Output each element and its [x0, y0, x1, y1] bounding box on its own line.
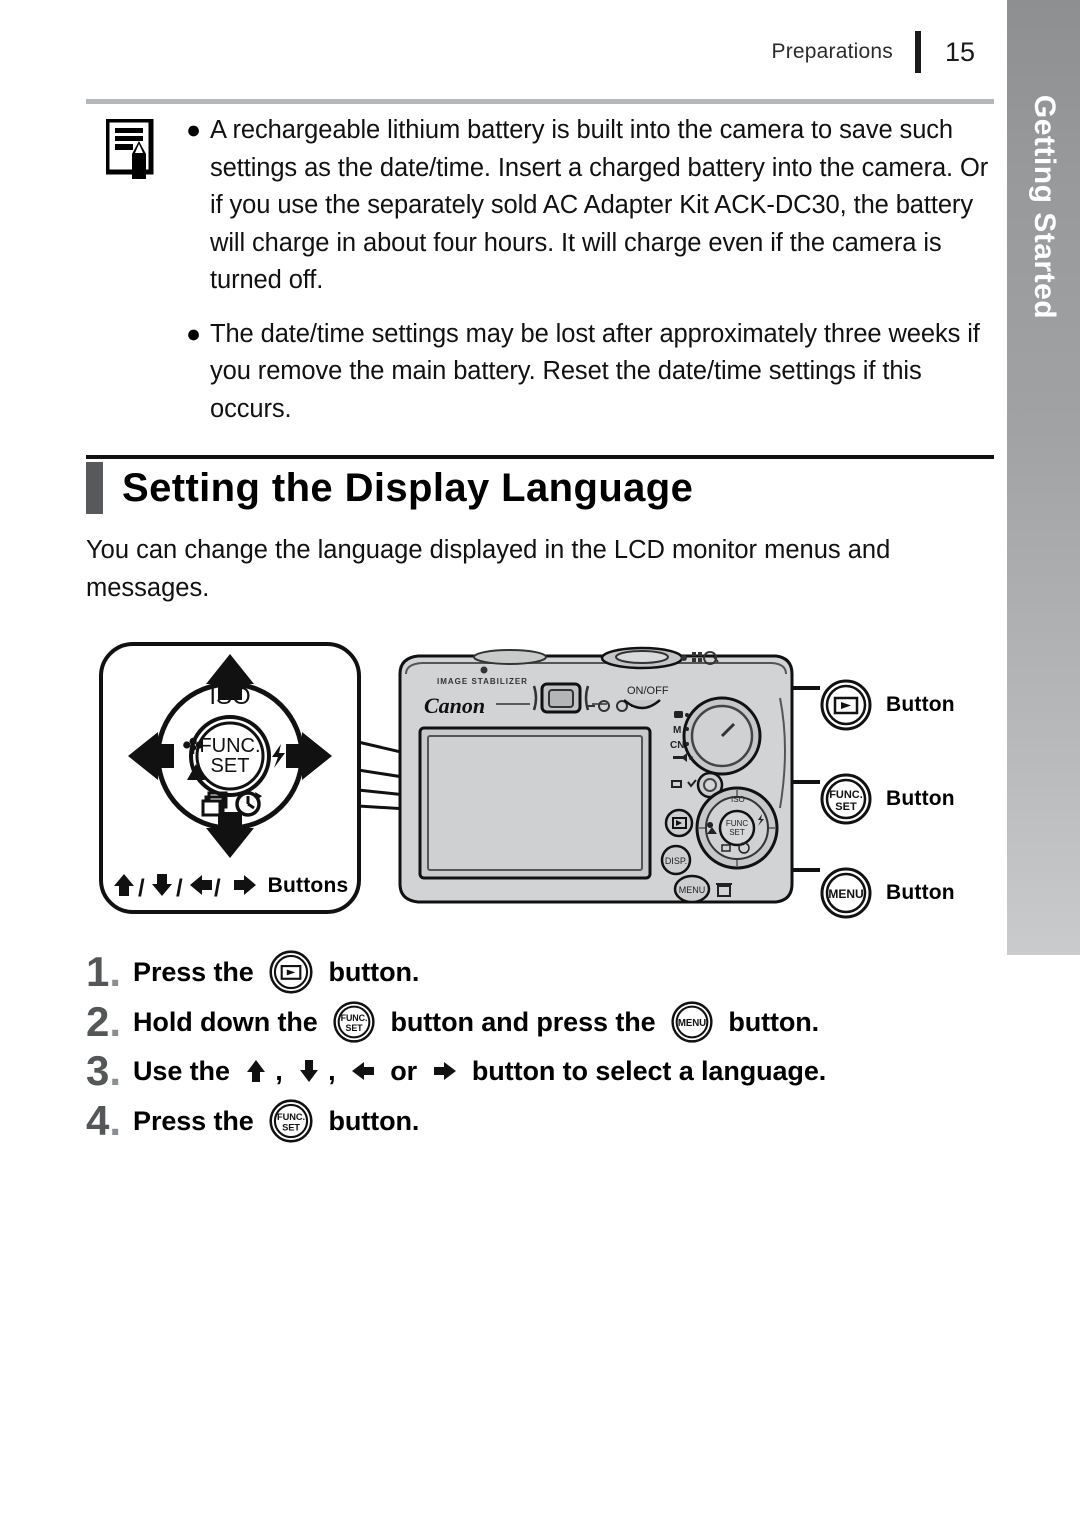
- camera-menu-label: MENU: [679, 885, 706, 895]
- svg-text:MENU: MENU: [678, 1018, 706, 1029]
- note-body: ● A rechargeable lithium battery is buil…: [186, 112, 996, 428]
- step-item: 4. Press the FUNC. SET button.: [86, 1099, 1006, 1143]
- playback-button-icon: [820, 679, 872, 731]
- svg-text:/: /: [214, 875, 221, 900]
- chapter-side-tab: Getting Started: [1007, 0, 1080, 955]
- heading-rule: [86, 455, 994, 459]
- disp-label: DISP.: [665, 856, 687, 866]
- image-stabilizer-label: IMAGE STABILIZER: [437, 677, 528, 686]
- step-number: 1.: [86, 948, 122, 995]
- nav-wheel-diagram: FUNC. SET ISO: [128, 654, 332, 858]
- arrow-down-icon: [298, 1059, 320, 1083]
- nav-panel-caption: / / / Buttons: [103, 872, 357, 900]
- callout-menu-label: Button: [886, 881, 955, 904]
- svg-text:SET: SET: [346, 1023, 364, 1033]
- set-label: SET: [211, 755, 250, 777]
- chapter-side-tab-label: Getting Started: [1027, 94, 1061, 320]
- nav-panel-caption-label: Buttons: [267, 874, 349, 897]
- step-item: 1. Press the button.: [86, 950, 1006, 994]
- callout-func-set: FUNC. SET Button: [820, 752, 1010, 846]
- svg-text:FUNC.: FUNC.: [277, 1112, 305, 1122]
- direction-arrows-icon: / / /: [113, 874, 256, 900]
- step-text: Hold down the FUNC. SET button and press…: [133, 1001, 819, 1043]
- svg-text:FUNC.: FUNC.: [829, 789, 863, 801]
- arrow-right-icon: [433, 1060, 457, 1082]
- flash-icon: [272, 744, 285, 768]
- figure-callout-list: Button FUNC. SET Button MENU Button: [820, 658, 1010, 940]
- step-number: 4.: [86, 1097, 122, 1144]
- arrow-up-icon: [245, 1059, 267, 1083]
- bullet-dot-icon: ●: [186, 319, 202, 348]
- canon-brand-label: Canon: [424, 693, 485, 718]
- menu-button-icon: MENU: [820, 867, 872, 919]
- intro-paragraph: You can change the language displayed in…: [86, 536, 891, 602]
- step-text-part: Press the: [133, 956, 262, 987]
- svg-text:MENU: MENU: [828, 887, 863, 901]
- svg-text:SET: SET: [282, 1122, 300, 1132]
- step-text-part: Use the: [133, 1055, 238, 1086]
- page-header: Preparations 15: [0, 30, 1007, 74]
- header-rule: [86, 99, 994, 104]
- playback-button-icon: [269, 950, 313, 994]
- step-text-part: button.: [321, 956, 420, 987]
- note-pencil-icon: [106, 119, 162, 181]
- svg-text:/: /: [176, 875, 183, 900]
- camera-func-label: FUNC: [726, 819, 748, 828]
- svg-text:/: /: [138, 875, 145, 900]
- note-bullet: ● The date/time settings may be lost aft…: [186, 316, 996, 429]
- manual-page: Getting Started Preparations 15 ● A rech…: [0, 0, 1080, 1521]
- step-text-part: or: [382, 1055, 425, 1086]
- arrow-left-icon: [351, 1060, 375, 1082]
- camera-set-label: SET: [729, 828, 745, 837]
- step-text-part: button.: [321, 1105, 420, 1136]
- step-number: 3.: [86, 1047, 122, 1094]
- svg-text:FUNC.: FUNC.: [341, 1013, 368, 1023]
- page-title: Setting the Display Language: [122, 465, 694, 510]
- svg-text:SET: SET: [835, 801, 857, 813]
- func-set-button-icon: FUNC. SET: [333, 1001, 375, 1043]
- step-item: 2. Hold down the FUNC. SET button and pr…: [86, 1001, 1006, 1043]
- note-bullet: ● A rechargeable lithium battery is buil…: [186, 112, 996, 300]
- continuous-shoot-icon: [201, 791, 228, 817]
- step-text: Use the , , or button to select a langua…: [133, 1056, 826, 1087]
- step-text-part: button and press the: [383, 1006, 663, 1037]
- note-block: ● A rechargeable lithium battery is buil…: [86, 112, 996, 444]
- step-text-part: ,: [275, 1055, 291, 1086]
- menu-button-icon: MENU: [671, 1001, 713, 1043]
- steps-list: 1. Press the button. 2. Hold down the FU…: [86, 950, 1006, 1150]
- step-text-part: button to select a language.: [464, 1055, 827, 1086]
- note-bullet-text: A rechargeable lithium battery is built …: [210, 116, 989, 294]
- callout-playback-label: Button: [886, 693, 955, 716]
- step-text-part: button.: [720, 1006, 820, 1037]
- section-heading: Setting the Display Language: [86, 462, 693, 514]
- page-number: 15: [944, 36, 975, 67]
- header-divider: [914, 31, 921, 73]
- func-set-button-icon: FUNC. SET: [820, 773, 872, 825]
- bullet-dot-icon: ●: [186, 116, 202, 144]
- step-number: 2.: [86, 998, 122, 1045]
- func-set-button-icon: FUNC. SET: [269, 1099, 313, 1143]
- func-label: FUNC.: [199, 735, 260, 757]
- camera-back-illustration: IMAGE STABILIZER Canon ON/OFF M CN FUNC …: [398, 646, 794, 904]
- dial-label-cn: CN: [670, 740, 684, 751]
- callout-menu: MENU Button: [820, 846, 1010, 940]
- callout-func-set-label: Button: [886, 787, 955, 810]
- step-text-part: Hold down the: [133, 1006, 326, 1037]
- step-text-part: ,: [328, 1055, 343, 1086]
- heading-accent-bar: [86, 462, 103, 514]
- dial-label-m: M: [673, 725, 681, 736]
- header-section-title: Preparations: [771, 40, 893, 63]
- step-text: Press the FUNC. SET button.: [133, 1099, 419, 1143]
- svg-text:ISO: ISO: [731, 795, 745, 804]
- nav-wheel-panel: FUNC. SET ISO: [99, 642, 361, 914]
- step-item: 3. Use the , , or button to select a lan…: [86, 1050, 1006, 1092]
- power-label: ON/OFF: [627, 685, 669, 697]
- note-bullet-text: The date/time settings may be lost after…: [210, 319, 980, 423]
- callout-playback: Button: [820, 658, 1010, 752]
- step-text-part: Press the: [133, 1105, 262, 1136]
- self-timer-icon: [235, 791, 262, 817]
- figure-camera-controls: FUNC. SET ISO: [0, 630, 1007, 930]
- step-text: Press the button.: [133, 950, 419, 994]
